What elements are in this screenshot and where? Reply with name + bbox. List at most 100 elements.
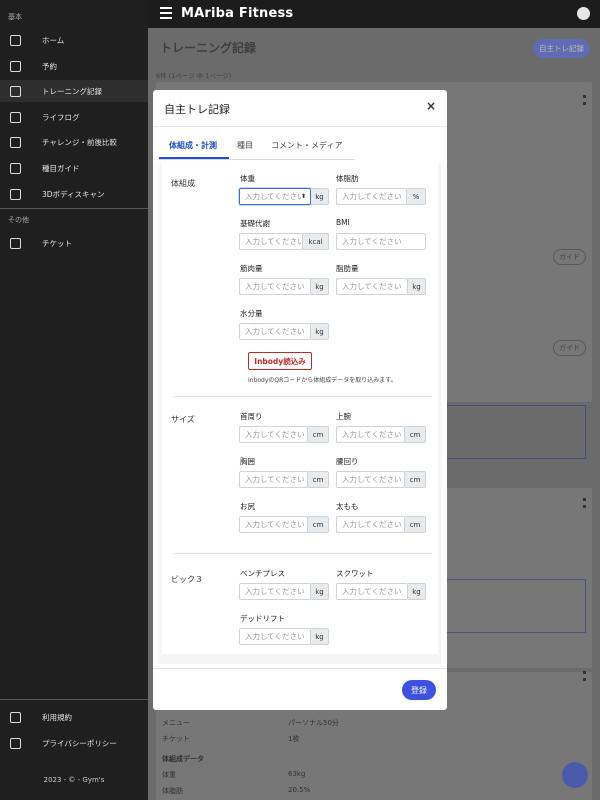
sidebar-item-training-log[interactable]: トレーニング記録 — [0, 80, 148, 102]
deadlift-input[interactable]: 入力してください — [239, 628, 311, 645]
sidebar-item-home[interactable]: ホーム — [0, 29, 148, 51]
detail-label: 体脂肪 — [162, 787, 183, 795]
detail-label: メニュー — [162, 719, 190, 727]
placeholder: 入力してください — [245, 632, 305, 641]
neck-label: 首周り — [240, 412, 263, 421]
menu-icon[interactable] — [160, 7, 172, 19]
save-button[interactable]: 登録 — [402, 680, 436, 700]
placeholder: 入力してください — [245, 327, 305, 336]
sidebar-divider — [0, 699, 148, 700]
upper-arm-input[interactable]: 入力してください — [336, 426, 405, 443]
detail-value: 63kg — [288, 770, 306, 778]
sidebar-section-other: その他 — [8, 216, 29, 224]
unit: kcal — [303, 233, 329, 250]
fat-mass-input[interactable]: 入力してください — [336, 278, 408, 295]
placeholder: 入力してください — [245, 282, 305, 291]
more-icon[interactable] — [583, 671, 586, 681]
section-divider — [174, 553, 432, 554]
upper-arm-label: 上腕 — [336, 412, 351, 421]
unit: cm — [405, 471, 426, 488]
sidebar-item-terms[interactable]: 利用規約 — [0, 706, 148, 728]
sidebar-item-privacy[interactable]: プライバシーポリシー — [0, 732, 148, 754]
unit: kg — [311, 628, 329, 645]
3d-icon — [10, 188, 21, 200]
sidebar-item-label: チャレンジ・前後比較 — [42, 137, 117, 147]
more-icon[interactable] — [583, 95, 586, 105]
body-fat-input[interactable]: 入力してください — [336, 188, 407, 205]
neck-input[interactable]: 入力してください — [239, 426, 308, 443]
placeholder: 入力してください — [342, 520, 402, 529]
bmr-input[interactable]: 入力してください — [239, 233, 303, 250]
placeholder: 入力してください — [245, 587, 305, 596]
placeholder: 入力してください — [245, 520, 305, 529]
squat-input[interactable]: 入力してください — [336, 583, 408, 600]
unit: cm — [308, 426, 329, 443]
bmi-input[interactable]: 入力してください — [336, 233, 426, 250]
sidebar-item-exercise-guide[interactable]: 種目ガイド — [0, 157, 148, 179]
modal-title: 自主トレ記録 — [164, 103, 230, 116]
account-icon[interactable] — [577, 7, 590, 20]
detail-value: 20.5% — [288, 786, 311, 794]
bmi-label: BMI — [336, 218, 350, 227]
document-icon — [10, 737, 21, 749]
detail-value: 1枚 — [288, 735, 300, 743]
sidebar-item-ticket[interactable]: チケット — [0, 232, 148, 254]
sidebar-section-basic: 基本 — [8, 13, 22, 21]
more-icon[interactable] — [583, 498, 586, 508]
muscle-input[interactable]: 入力してください — [239, 278, 311, 295]
sidebar-item-label: 種目ガイド — [42, 163, 80, 173]
tab-comment-media[interactable]: コメント・メディア — [271, 140, 342, 151]
thigh-label: 太もも — [336, 502, 359, 511]
tab-body-measure[interactable]: 体組成・計測 — [169, 140, 217, 151]
dumbbell-icon — [10, 85, 21, 97]
hip-label: お尻 — [240, 502, 255, 511]
ticket-icon — [10, 237, 21, 249]
sidebar-item-label: チケット — [42, 238, 72, 248]
detail-label: チケット — [162, 735, 190, 743]
bench-press-input[interactable]: 入力してください — [239, 583, 311, 600]
muscle-label: 筋肉量 — [240, 264, 263, 273]
sidebar-item-challenge[interactable]: チャレンジ・前後比較 — [0, 131, 148, 153]
tab-exercise[interactable]: 種目 — [237, 140, 253, 151]
sidebar-item-reservation[interactable]: 予約 — [0, 55, 148, 77]
detail-label: 体重 — [162, 771, 176, 779]
pagination-info: 6件 (1ページ 中 1ページ) — [156, 72, 232, 80]
page-title: トレーニング記録 — [160, 41, 257, 55]
unit: cm — [308, 516, 329, 533]
unit: kg — [311, 323, 329, 340]
modal-header-divider — [153, 126, 447, 127]
unit: kg — [408, 278, 426, 295]
unit: kg — [408, 583, 426, 600]
thigh-input[interactable]: 入力してください — [336, 516, 405, 533]
body-data-title: 体組成データ — [162, 755, 204, 763]
weight-input[interactable]: 入力してください ⬍ — [239, 188, 311, 205]
placeholder: 入力してください — [245, 237, 302, 246]
body-fat-label: 体脂肪 — [336, 174, 359, 183]
water-label: 水分量 — [240, 309, 263, 318]
calendar-icon — [10, 60, 21, 72]
sidebar-item-label: 利用規約 — [42, 712, 72, 722]
inbody-import-button[interactable]: Inbody読込み — [248, 352, 312, 370]
waist-input[interactable]: 入力してください — [336, 471, 405, 488]
guide-button[interactable]: ガイド — [553, 340, 586, 356]
placeholder: 入力してください — [342, 237, 402, 246]
spinner-icon[interactable]: ⬍ — [301, 193, 306, 200]
section-divider — [174, 396, 432, 397]
form-body: 体組成 体重 入力してください ⬍ kg 体脂肪 入力してください % 基礎代謝… — [162, 164, 438, 654]
sidebar-item-lifelog[interactable]: ライフログ — [0, 106, 148, 128]
hip-input[interactable]: 入力してください — [239, 516, 308, 533]
active-tab-indicator — [159, 157, 229, 159]
guide-button[interactable]: ガイド — [553, 249, 586, 265]
unit: kg — [311, 188, 329, 205]
unit: kg — [311, 278, 329, 295]
close-icon[interactable]: × — [426, 99, 436, 113]
bench-press-label: ベンチプレス — [240, 569, 285, 578]
weight-label: 体重 — [240, 174, 255, 183]
self-training-button[interactable]: 自主トレ記録 — [533, 39, 590, 58]
edit-fab[interactable] — [562, 762, 588, 788]
unit: % — [407, 188, 426, 205]
water-input[interactable]: 入力してください — [239, 323, 311, 340]
sidebar-item-3d-scan[interactable]: 3Dボディスキャン — [0, 183, 148, 205]
sidebar-item-label: プライバシーポリシー — [42, 738, 117, 748]
chest-input[interactable]: 入力してください — [239, 471, 308, 488]
